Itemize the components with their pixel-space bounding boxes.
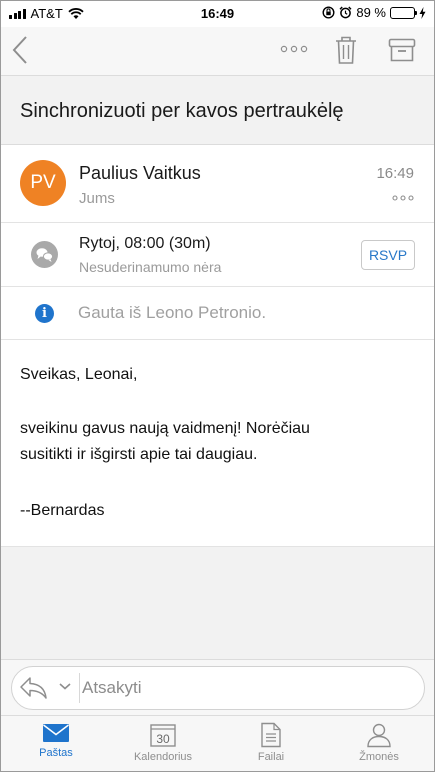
- reply-placeholder[interactable]: Atsakyti: [82, 678, 142, 698]
- tab-calendar[interactable]: 30 Kalendorius: [113, 722, 213, 763]
- chevron-down-icon[interactable]: [58, 681, 72, 691]
- info-banner: i Gauta iš Leono Petronio.: [1, 287, 434, 340]
- message-time: 16:49: [376, 165, 414, 182]
- reply-divider: [79, 673, 80, 703]
- calendar-day: 30: [156, 732, 170, 746]
- battery-percent: 89 %: [356, 5, 386, 20]
- reply-arrow-icon[interactable]: [19, 675, 53, 701]
- orientation-lock-icon: [322, 6, 335, 19]
- nav-bar: [1, 27, 434, 75]
- reply-field[interactable]: Atsakyti: [11, 666, 425, 710]
- people-icon: [367, 723, 391, 748]
- trash-icon[interactable]: [335, 35, 357, 65]
- info-icon: i: [35, 304, 54, 323]
- subject-bar: Sinchronizuoti per kavos pertraukėlę: [1, 75, 434, 145]
- tab-mail-label: Paštas: [39, 747, 73, 759]
- reply-bar: Atsakyti: [1, 659, 434, 715]
- tab-people-label: Žmonės: [359, 751, 399, 763]
- body-line-1: sveikinu gavus naują vaidmenį! Norėčiau: [20, 420, 310, 437]
- tab-calendar-label: Kalendorius: [133, 751, 193, 763]
- archive-icon[interactable]: [388, 38, 416, 62]
- body-footer-area: [1, 546, 434, 659]
- meeting-conflicts: Nesuderinamumo nėra: [79, 259, 222, 275]
- calendar-icon: 30: [150, 724, 176, 747]
- meeting-chat-icon: [31, 241, 58, 268]
- more-options-icon[interactable]: [280, 45, 308, 53]
- tab-files[interactable]: Failai: [221, 722, 321, 763]
- email-subject: Sinchronizuoti per kavos pertraukėlę: [20, 100, 344, 122]
- avatar[interactable]: PV: [20, 160, 66, 206]
- sender-header[interactable]: PV Paulius Vaitkus Jums 16:49: [1, 145, 434, 223]
- tab-people[interactable]: Žmonės: [329, 722, 429, 763]
- alarm-icon: [339, 6, 352, 19]
- status-right: 89 %: [322, 5, 426, 20]
- body-greeting: Sveikas, Leonai,: [20, 366, 138, 383]
- info-text: Gauta iš Leono Petronio.: [78, 303, 267, 322]
- email-body: Sveikas, Leonai, sveikinu gavus naują va…: [20, 362, 420, 524]
- status-bar: AT&T 16:49 89 %: [1, 1, 434, 27]
- tab-files-label: Failai: [257, 751, 285, 763]
- battery-icon: [390, 6, 417, 19]
- files-icon: [261, 722, 281, 748]
- sender-name: Paulius Vaitkus: [79, 163, 201, 183]
- mail-icon: [43, 724, 69, 742]
- phone-screen: AT&T 16:49 89 % Sinchronizuoti per kavos…: [0, 0, 435, 772]
- charging-icon: [419, 6, 426, 19]
- body-line-2: susitikti ir išgirsti apie tai daugiau.: [20, 446, 258, 463]
- meeting-invite[interactable]: Rytoj, 08:00 (30m) Nesuderinamumo nėra R…: [1, 223, 434, 287]
- tab-mail[interactable]: Paštas: [6, 722, 106, 759]
- tab-bar: Paštas 30 Kalendorius Failai Žmonės: [1, 715, 434, 771]
- back-chevron-icon[interactable]: [11, 35, 29, 65]
- message-more-icon[interactable]: [392, 195, 414, 201]
- meeting-time: Rytoj, 08:00 (30m): [79, 235, 211, 252]
- rsvp-button[interactable]: RSVP: [361, 240, 415, 270]
- recipient-label: Jums: [79, 190, 115, 207]
- body-signature: --Bernardas: [20, 502, 105, 519]
